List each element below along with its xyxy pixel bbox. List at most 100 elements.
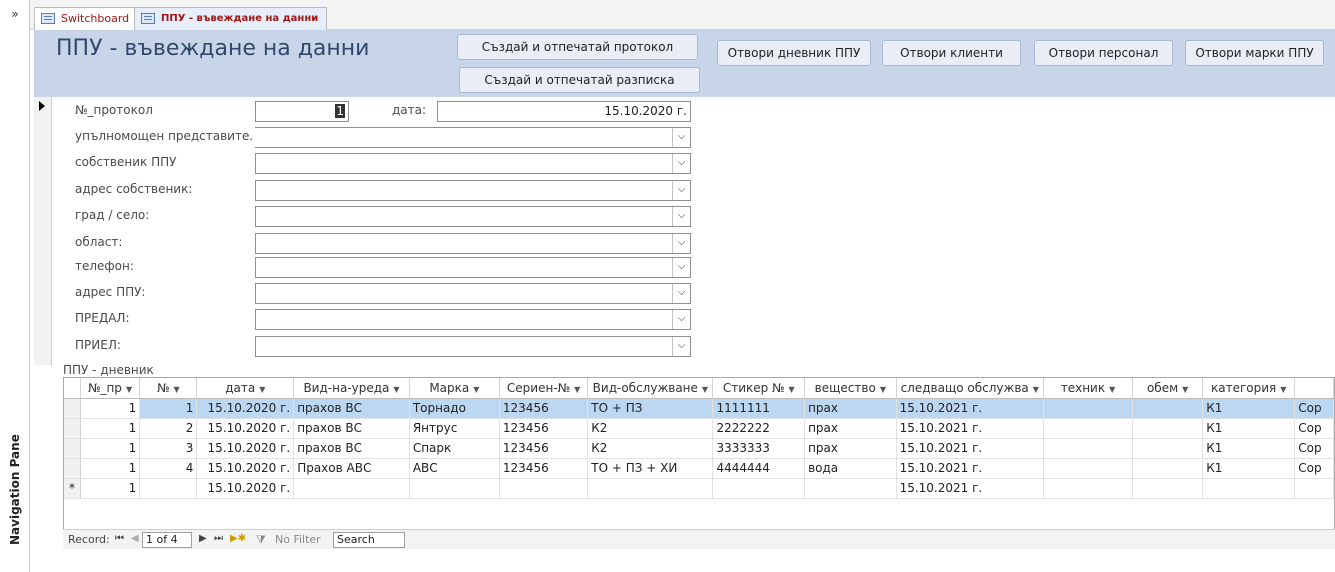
new-record-row[interactable]: * 1 15.10.2020 г. 15.10.2021 г.: [64, 478, 1334, 499]
cell[interactable]: прахов ВС: [293, 398, 410, 419]
column-header[interactable]: обем ▼: [1132, 378, 1204, 399]
received-combo[interactable]: ⌵: [255, 336, 691, 357]
cell[interactable]: [1202, 478, 1296, 499]
date-field[interactable]: 15.10.2020 г.: [437, 101, 691, 122]
open-staff-button[interactable]: Отвори персонал: [1034, 40, 1173, 66]
row-selector[interactable]: [64, 438, 81, 459]
cell[interactable]: 1: [80, 438, 141, 459]
new-record-nav-icon[interactable]: ▶✱: [230, 533, 246, 544]
cell[interactable]: 15.10.2021 г.: [896, 478, 1044, 499]
search-input[interactable]: Search: [333, 532, 405, 548]
cell[interactable]: прахов ВС: [293, 438, 410, 459]
cell[interactable]: 15.10.2020 г.: [196, 438, 295, 459]
cell[interactable]: [139, 478, 198, 499]
cell[interactable]: 15.10.2020 г.: [196, 478, 295, 499]
cell[interactable]: Сор: [1294, 438, 1334, 459]
cell[interactable]: ТО + ПЗ + ХИ: [587, 458, 714, 479]
select-all-corner[interactable]: [64, 378, 81, 399]
cell[interactable]: К1: [1202, 458, 1296, 479]
current-record-field[interactable]: 1 of 4: [142, 532, 192, 548]
cell[interactable]: 3333333: [712, 438, 806, 459]
chevron-down-icon[interactable]: ⌵: [672, 207, 690, 226]
cell[interactable]: [409, 478, 500, 499]
cell[interactable]: [499, 478, 589, 499]
next-record-icon[interactable]: ▶: [199, 533, 207, 544]
cell[interactable]: прах: [804, 398, 897, 419]
cell[interactable]: Прахов АВС: [293, 458, 410, 479]
city-combo[interactable]: ⌵: [255, 206, 691, 227]
cell[interactable]: 123456: [499, 398, 589, 419]
chevron-down-icon[interactable]: ⌵: [672, 258, 690, 277]
ppu-address-combo[interactable]: ⌵: [255, 283, 691, 304]
row-selector[interactable]: [64, 398, 81, 419]
region-combo[interactable]: ⌵: [255, 233, 691, 254]
cell[interactable]: [587, 478, 714, 499]
column-header[interactable]: Вид-обслужване ▼: [587, 378, 714, 399]
create-protocol-button[interactable]: Създай и отпечатай протокол: [457, 34, 698, 60]
create-receipt-button[interactable]: Създай и отпечатай разписка: [459, 67, 700, 93]
cell[interactable]: Янтрус: [409, 418, 500, 439]
navigation-pane-label[interactable]: Navigation Pane: [8, 434, 22, 545]
cell[interactable]: [1043, 398, 1134, 419]
previous-record-icon[interactable]: ◀: [131, 533, 139, 544]
cell[interactable]: Сор: [1294, 458, 1334, 479]
cell[interactable]: К2: [587, 438, 714, 459]
cell[interactable]: [1043, 418, 1134, 439]
cell[interactable]: Торнадо: [409, 398, 500, 419]
cell[interactable]: К1: [1202, 398, 1296, 419]
column-header[interactable]: Вид-на-уреда ▼: [293, 378, 410, 399]
column-header[interactable]: категория ▼: [1202, 378, 1296, 399]
row-selector[interactable]: [64, 418, 81, 439]
cell[interactable]: [712, 478, 806, 499]
cell[interactable]: 15.10.2021 г.: [896, 418, 1044, 439]
column-header[interactable]: следващо обслужва ▼: [896, 378, 1044, 399]
cell[interactable]: К1: [1202, 438, 1296, 459]
chevron-down-icon[interactable]: ⌵: [672, 154, 690, 173]
chevron-down-icon[interactable]: ⌵: [672, 310, 690, 329]
chevron-down-icon[interactable]: ⌵: [672, 128, 690, 147]
cell[interactable]: 4: [139, 458, 198, 479]
cell[interactable]: 15.10.2021 г.: [896, 458, 1044, 479]
column-header[interactable]: №_пр ▼: [80, 378, 141, 399]
column-header[interactable]: техник ▼: [1043, 378, 1134, 399]
chevron-down-icon[interactable]: ⌵: [672, 181, 690, 200]
chevron-down-icon[interactable]: ⌵: [672, 337, 690, 356]
cell[interactable]: Спарк: [409, 438, 500, 459]
cell[interactable]: 15.10.2021 г.: [896, 398, 1044, 419]
cell[interactable]: [1043, 458, 1134, 479]
representative-field[interactable]: ⌵: [255, 127, 691, 148]
table-row[interactable]: 1 2 15.10.2020 г. прахов ВС Янтрус 12345…: [64, 418, 1334, 439]
cell[interactable]: вода: [804, 458, 897, 479]
cell[interactable]: прахов ВС: [293, 418, 410, 439]
cell[interactable]: 123456: [499, 458, 589, 479]
cell[interactable]: 15.10.2021 г.: [896, 438, 1044, 459]
cell[interactable]: прах: [804, 418, 897, 439]
protocol-number-field[interactable]: 1: [255, 101, 349, 122]
no-filter-button[interactable]: No Filter: [275, 533, 321, 546]
cell[interactable]: [804, 478, 897, 499]
new-record-icon[interactable]: *: [64, 478, 81, 499]
record-selector[interactable]: [34, 97, 52, 365]
expand-nav-pane-button[interactable]: »: [0, 0, 30, 30]
cell[interactable]: [1132, 478, 1204, 499]
last-record-icon[interactable]: ⏭: [214, 533, 223, 544]
cell[interactable]: [1043, 438, 1134, 459]
cell[interactable]: 1111111: [712, 398, 806, 419]
cell[interactable]: 1: [80, 398, 141, 419]
cell[interactable]: [1132, 438, 1204, 459]
cell[interactable]: [1294, 478, 1334, 499]
chevron-down-icon[interactable]: ⌵: [672, 234, 690, 253]
cell[interactable]: 123456: [499, 438, 589, 459]
table-row[interactable]: 1 3 15.10.2020 г. прахов ВС Спарк 123456…: [64, 438, 1334, 459]
column-header[interactable]: Сериен-№ ▼: [499, 378, 589, 399]
column-header[interactable]: [1294, 378, 1334, 399]
cell[interactable]: ТО + ПЗ: [587, 398, 714, 419]
cell[interactable]: 3: [139, 438, 198, 459]
first-record-icon[interactable]: ⏮: [115, 533, 124, 544]
handed-over-combo[interactable]: ⌵: [255, 309, 691, 330]
cell[interactable]: [1132, 398, 1204, 419]
open-brands-button[interactable]: Отвори марки ППУ: [1185, 40, 1324, 66]
tab-ppu-data-entry[interactable]: ППУ - въвеждане на данни: [134, 7, 328, 31]
cell[interactable]: Сор: [1294, 398, 1334, 419]
tab-switchboard[interactable]: Switchboard: [34, 7, 139, 30]
